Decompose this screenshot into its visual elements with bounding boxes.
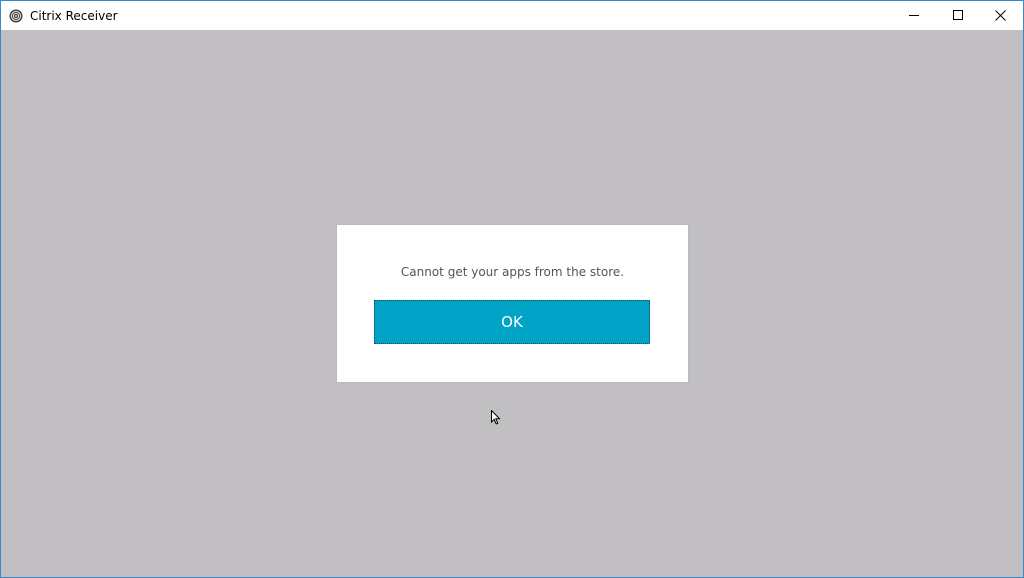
error-message: Cannot get your apps from the store. bbox=[400, 265, 625, 279]
ok-button[interactable]: OK bbox=[374, 300, 650, 344]
error-dialog: Cannot get your apps from the store. OK bbox=[337, 225, 688, 382]
maximize-icon bbox=[953, 10, 963, 20]
content-area: Cannot get your apps from the store. OK bbox=[1, 30, 1023, 577]
mouse-cursor-icon bbox=[491, 410, 501, 425]
minimize-button[interactable] bbox=[892, 1, 937, 30]
app-window: Citrix Receiver Cannot get your apps fro… bbox=[0, 0, 1024, 578]
window-title: Citrix Receiver bbox=[30, 9, 118, 23]
close-button[interactable] bbox=[978, 1, 1023, 30]
minimize-icon bbox=[909, 15, 919, 16]
citrix-receiver-icon bbox=[9, 8, 23, 23]
maximize-button[interactable] bbox=[936, 1, 981, 30]
title-bar[interactable]: Citrix Receiver bbox=[1, 1, 1023, 30]
close-icon bbox=[995, 10, 1006, 21]
